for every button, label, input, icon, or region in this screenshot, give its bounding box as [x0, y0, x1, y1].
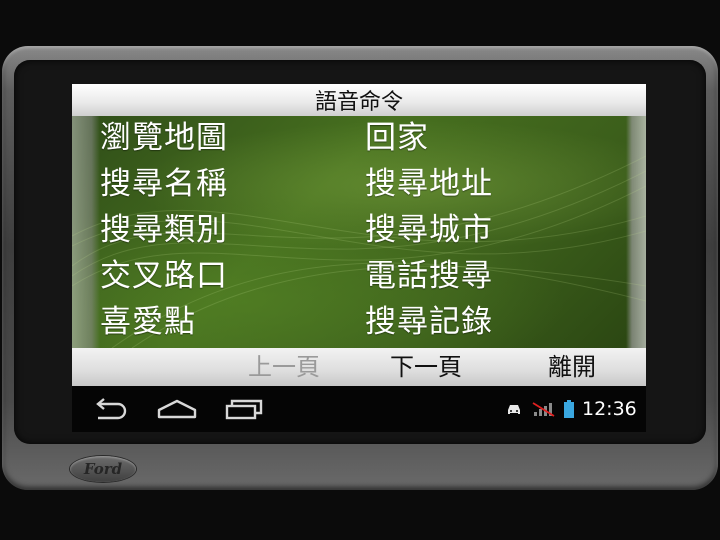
home-icon[interactable]: [156, 386, 198, 432]
recent-apps-icon[interactable]: [224, 386, 264, 432]
cmd-go-home[interactable]: 回家: [365, 118, 429, 158]
battery-icon: [564, 386, 574, 432]
ford-logo: Ford: [70, 456, 136, 482]
screen-title: 語音命令: [72, 84, 646, 116]
status-clock: 12:36: [582, 398, 637, 420]
prev-page-button[interactable]: 上一頁: [248, 348, 320, 386]
cmd-favorites[interactable]: 喜愛點: [100, 302, 196, 342]
cmd-search-city[interactable]: 搜尋城市: [365, 210, 493, 250]
cmd-search-name[interactable]: 搜尋名稱: [100, 164, 228, 204]
cmd-search-history[interactable]: 搜尋記錄: [365, 302, 493, 342]
exit-button[interactable]: 離開: [548, 348, 596, 386]
android-system-bar: 12:36: [72, 386, 646, 432]
next-page-button[interactable]: 下一頁: [390, 348, 462, 386]
command-panel: 瀏覽地圖 搜尋名稱 搜尋類別 交叉路口 喜愛點 回家 搜尋地址 搜尋城市 電話搜…: [72, 116, 646, 348]
back-icon[interactable]: [90, 386, 130, 432]
nav-bar: 上一頁 下一頁 離開: [72, 348, 646, 386]
cmd-phone-search[interactable]: 電話搜尋: [365, 256, 493, 296]
signal-icon: [532, 386, 558, 432]
cmd-search-address[interactable]: 搜尋地址: [365, 164, 493, 204]
cmd-search-category[interactable]: 搜尋類別: [100, 210, 228, 250]
cmd-intersection[interactable]: 交叉路口: [100, 256, 228, 296]
gps-screen: 語音命令 瀏覽地圖 搜尋名稱 搜尋類別 交叉路口 喜愛點 回家 搜尋地址 搜尋城…: [72, 84, 646, 386]
cmd-browse-map[interactable]: 瀏覽地圖: [100, 118, 228, 158]
car-icon: [506, 386, 522, 432]
